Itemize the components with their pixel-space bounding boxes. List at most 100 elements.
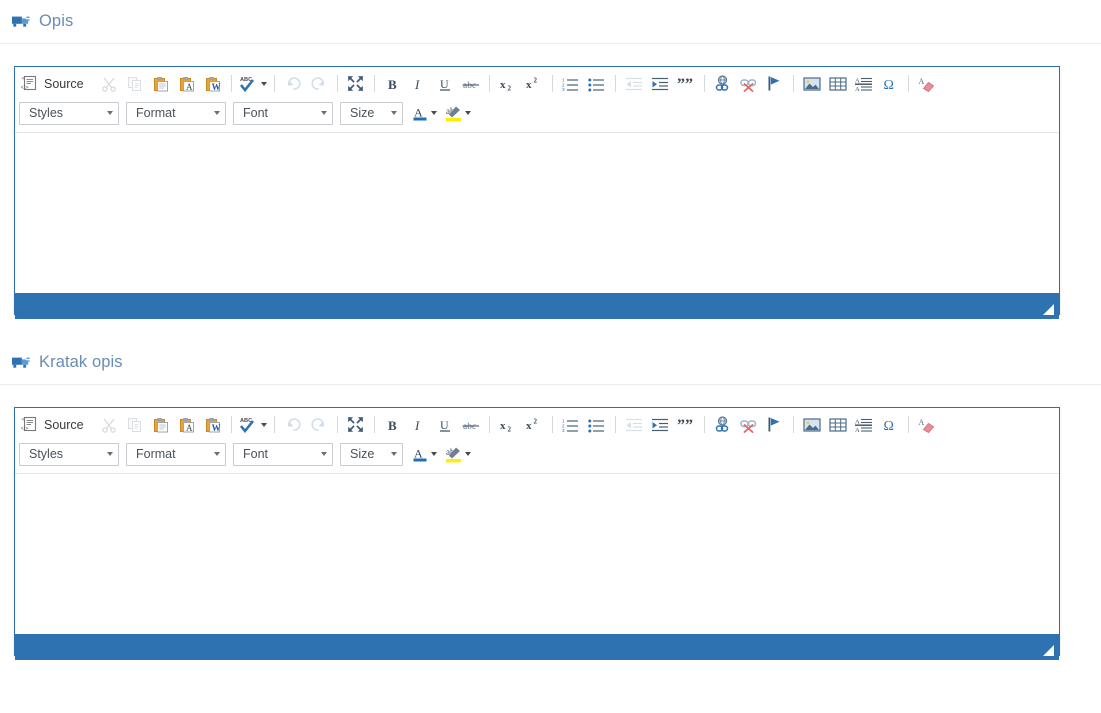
paste-from-word-button[interactable]: W — [201, 414, 225, 436]
chevron-down-icon — [391, 111, 397, 115]
svg-text:A: A — [414, 106, 423, 120]
subscript-button[interactable]: x 2 — [496, 73, 520, 95]
blockquote-button[interactable]: ” ” — [674, 73, 698, 95]
description-editor[interactable]: < </> Source A W ABC B I U abc x 2 x 2 1… — [14, 66, 1060, 319]
decrease-indent-icon — [625, 418, 642, 431]
remove-format-button[interactable]: A — [915, 414, 939, 436]
anchor-button[interactable] — [763, 73, 787, 95]
spell-check-button[interactable]: ABC — [238, 414, 268, 436]
link-button[interactable] — [711, 414, 735, 436]
source-button[interactable]: < </> Source — [19, 414, 90, 436]
table-button[interactable] — [826, 73, 850, 95]
bulleted-list-button[interactable] — [585, 73, 609, 95]
short-description-editor[interactable]: < </> Source A W ABC B I U abc x 2 x 2 1… — [14, 407, 1060, 660]
spell-check-button[interactable]: ABC — [238, 73, 268, 95]
image-icon — [803, 417, 821, 432]
paste-word-icon: W — [205, 417, 220, 433]
toolbar-separator — [336, 75, 338, 92]
undo-button[interactable] — [281, 414, 305, 436]
decrease-indent-button[interactable] — [622, 73, 646, 95]
styles-select[interactable]: Styles — [19, 442, 119, 466]
svg-text:A: A — [855, 427, 860, 433]
toolbar-separator — [373, 75, 375, 92]
text-color-button[interactable]: A — [410, 102, 439, 125]
increase-indent-button[interactable] — [648, 414, 672, 436]
subscript-button[interactable]: x 2 — [496, 414, 520, 436]
cut-button[interactable] — [97, 73, 121, 95]
italic-button[interactable]: I — [407, 414, 431, 436]
resize-grip[interactable] — [1043, 304, 1054, 315]
bold-button[interactable]: B — [381, 414, 405, 436]
svg-text:2: 2 — [508, 84, 512, 92]
toolbar-separator — [907, 75, 909, 92]
blockquote-icon: ” ” — [677, 417, 693, 433]
italic-icon: I — [414, 418, 420, 433]
chevron-down-icon — [431, 111, 437, 115]
copy-button[interactable] — [123, 73, 147, 95]
maximize-button[interactable] — [344, 73, 368, 95]
background-color-button[interactable]: ab — [443, 443, 473, 466]
link-button[interactable] — [711, 73, 735, 95]
underline-button[interactable]: U — [433, 414, 457, 436]
short-description-content-area[interactable] — [15, 474, 1059, 634]
unlink-button[interactable] — [737, 414, 761, 436]
bold-button[interactable]: B — [381, 73, 405, 95]
format-select-value: Format — [136, 447, 176, 461]
size-select[interactable]: Size — [340, 101, 403, 125]
italic-button[interactable]: I — [407, 73, 431, 95]
paste-button[interactable] — [149, 73, 173, 95]
font-select[interactable]: Font — [233, 442, 333, 466]
paste-button[interactable] — [149, 414, 173, 436]
bulleted-list-icon — [588, 78, 605, 91]
numbered-list-button[interactable]: 1 2 3 — [559, 73, 583, 95]
redo-button[interactable] — [307, 73, 331, 95]
unlink-icon — [740, 79, 757, 92]
strikethrough-button[interactable]: abc — [459, 414, 483, 436]
source-button[interactable]: < </> Source — [19, 73, 90, 95]
svg-text:</>: </> — [21, 85, 28, 91]
horizontal-line-button[interactable]: A A — [852, 73, 876, 95]
undo-icon — [287, 417, 301, 431]
copy-button[interactable] — [123, 414, 147, 436]
styles-select[interactable]: Styles — [19, 101, 119, 125]
source-button-label: Source — [44, 417, 84, 432]
special-character-button[interactable]: Ω — [878, 73, 902, 95]
paste-as-plain-text-button[interactable]: A — [175, 414, 199, 436]
anchor-button[interactable] — [763, 414, 787, 436]
horizontal-line-button[interactable]: A A — [852, 414, 876, 436]
table-button[interactable] — [826, 414, 850, 436]
strikethrough-button[interactable]: abc — [459, 73, 483, 95]
paste-from-word-button[interactable]: W — [201, 73, 225, 95]
special-character-button[interactable]: Ω — [878, 414, 902, 436]
svg-text:2: 2 — [508, 425, 512, 433]
background-color-button[interactable]: ab — [443, 102, 473, 125]
increase-indent-button[interactable] — [648, 73, 672, 95]
blockquote-button[interactable]: ” ” — [674, 414, 698, 436]
size-select[interactable]: Size — [340, 442, 403, 466]
format-select[interactable]: Format — [126, 442, 226, 466]
font-select[interactable]: Font — [233, 101, 333, 125]
eraser-icon: A — [919, 77, 935, 92]
description-content-area[interactable] — [15, 133, 1059, 293]
redo-button[interactable] — [307, 414, 331, 436]
undo-button[interactable] — [281, 73, 305, 95]
text-color-button[interactable]: A — [410, 443, 439, 466]
superscript-button[interactable]: x 2 — [522, 414, 546, 436]
bulleted-list-button[interactable] — [585, 414, 609, 436]
image-button[interactable] — [800, 73, 824, 95]
maximize-button[interactable] — [344, 414, 368, 436]
superscript-button[interactable]: x 2 — [522, 73, 546, 95]
format-select[interactable]: Format — [126, 101, 226, 125]
paste-as-plain-text-button[interactable]: A — [175, 73, 199, 95]
remove-format-button[interactable]: A — [915, 73, 939, 95]
decrease-indent-button[interactable] — [622, 414, 646, 436]
image-button[interactable] — [800, 414, 824, 436]
numbered-list-button[interactable]: 1 2 3 — [559, 414, 583, 436]
unlink-button[interactable] — [737, 73, 761, 95]
page-root: Opis < </> Source A W ABC B I U abc x 2 … — [0, 0, 1101, 713]
underline-button[interactable]: U — [433, 73, 457, 95]
undo-icon — [287, 76, 301, 90]
resize-grip[interactable] — [1043, 645, 1054, 656]
horizontal-line-icon: A A — [854, 77, 872, 92]
cut-button[interactable] — [97, 414, 121, 436]
